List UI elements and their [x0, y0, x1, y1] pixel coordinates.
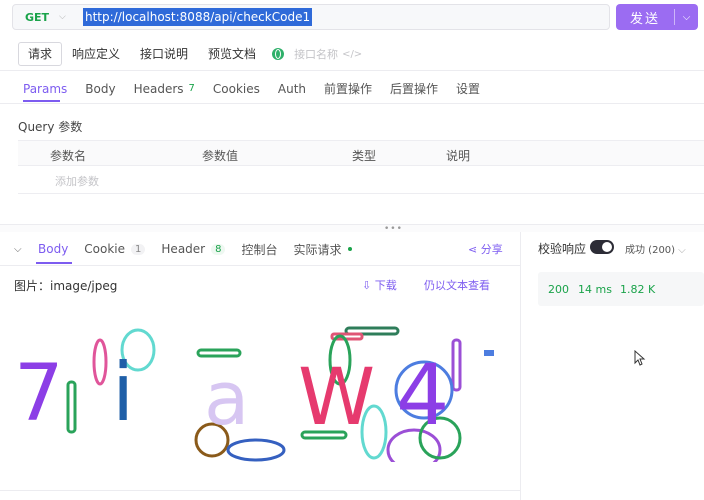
- divider: [0, 265, 520, 266]
- download-button[interactable]: ⇩ 下载: [362, 277, 397, 293]
- params-table-header: 参数名 参数值 类型 说明: [18, 140, 704, 166]
- divider: [0, 490, 520, 491]
- add-param-row[interactable]: 添加参数: [18, 166, 704, 194]
- captcha-char: 4: [396, 346, 449, 444]
- tab-label: Headers: [133, 82, 184, 96]
- noise-shape: [66, 380, 77, 434]
- tab-label: 实际请求: [293, 242, 342, 257]
- query-params-title: Query 参数: [18, 120, 83, 134]
- tab-response-definition[interactable]: 响应定义: [62, 42, 130, 66]
- column-header: 参数名: [50, 149, 87, 163]
- noise-shape: [226, 438, 286, 462]
- tab-label: 控制台: [241, 242, 278, 257]
- captcha-char: W: [298, 353, 375, 443]
- api-name-input[interactable]: 接口名称: [294, 46, 338, 62]
- globe-icon[interactable]: [272, 48, 285, 60]
- captcha-image: 7 i a W 4: [14, 326, 494, 462]
- status-code: 200: [548, 283, 569, 296]
- chevron-down-icon: ⌵: [678, 245, 686, 256]
- tab-label: Cookie: [84, 242, 126, 256]
- download-label: 下载: [374, 279, 397, 292]
- tab-api-description[interactable]: 接口说明: [130, 42, 198, 66]
- active-tab-indicator: [23, 100, 60, 102]
- tab-preview-docs[interactable]: 预览文档: [198, 42, 266, 66]
- divider: [0, 70, 704, 71]
- mouse-cursor-icon: [634, 350, 646, 366]
- share-label: 分享: [480, 243, 503, 256]
- method-label: GET: [25, 10, 50, 24]
- share-button[interactable]: ⋖ 分享: [468, 241, 503, 257]
- tab-body[interactable]: Body: [76, 78, 124, 100]
- method-select[interactable]: GET ⌵: [13, 5, 73, 29]
- noise-shape: [92, 338, 108, 386]
- view-as-text-button[interactable]: 仍以文本查看: [424, 277, 490, 293]
- response-stats: 200 14 ms 1.82 K: [538, 272, 704, 306]
- request-tabs: Params Body Headers 7 Cookies Auth 前置操作 后…: [14, 78, 489, 100]
- active-tab-indicator: [36, 262, 72, 264]
- noise-shape: [451, 338, 462, 392]
- download-icon: ⇩: [362, 279, 375, 292]
- tab-request[interactable]: 请求: [18, 42, 63, 66]
- chevron-down-icon: ⌵: [59, 12, 66, 22]
- headers-count: 7: [188, 83, 195, 94]
- tab-cookies[interactable]: Cookies: [204, 78, 269, 100]
- divider: [0, 103, 704, 104]
- captcha-char: i: [112, 346, 134, 439]
- tab-label: Body: [38, 242, 69, 256]
- tab-params[interactable]: Params: [14, 78, 76, 100]
- mode-tabs: 请求 响应定义 接口说明 预览文档 接口名称 </>: [18, 42, 362, 66]
- response-time: 14 ms: [578, 283, 612, 296]
- captcha-char: a: [204, 356, 249, 442]
- tab-label: 前置操作: [324, 82, 373, 96]
- tab-actual-request[interactable]: 实际请求: [286, 238, 360, 260]
- url-bar[interactable]: GET ⌵ http://localhost:8088/api/checkCod…: [12, 4, 610, 30]
- column-header: 参数值: [202, 149, 239, 163]
- tab-label: Cookies: [212, 82, 260, 96]
- column-header: 类型: [352, 149, 377, 163]
- header-count: 8: [211, 243, 226, 255]
- tab-label: Auth: [277, 82, 307, 96]
- chevron-down-icon[interactable]: ⌵: [675, 12, 698, 23]
- noise-shape: [484, 350, 494, 356]
- response-size: 1.82 K: [620, 283, 656, 296]
- column-header: 说明: [446, 149, 471, 163]
- tab-pre-ops[interactable]: 前置操作: [315, 78, 381, 100]
- verify-toggle[interactable]: [590, 240, 614, 254]
- tab-label: 后置操作: [390, 82, 439, 96]
- verify-response-label: 校验响应: [538, 242, 587, 256]
- captcha-char: 7: [14, 349, 64, 439]
- tab-label: Header: [161, 242, 206, 256]
- send-label: 发送: [629, 11, 660, 27]
- send-button[interactable]: 发送 ⌵: [616, 4, 698, 30]
- chevron-down-icon[interactable]: ⌵: [14, 244, 30, 255]
- tab-response-cookie[interactable]: Cookie 1: [76, 238, 153, 260]
- code-icon[interactable]: </>: [342, 49, 362, 60]
- tab-response-header[interactable]: Header 8: [153, 238, 233, 260]
- status-select-label: 成功 (200): [625, 245, 676, 256]
- tab-settings[interactable]: 设置: [447, 78, 489, 100]
- status-dot: [347, 247, 352, 251]
- tab-console[interactable]: 控制台: [233, 238, 285, 260]
- tab-label: Params: [23, 82, 68, 96]
- drag-handle-icon[interactable]: •••: [384, 224, 403, 234]
- add-param-input[interactable]: 添加参数: [55, 173, 99, 189]
- url-input[interactable]: http://localhost:8088/api/checkCode1: [83, 8, 313, 26]
- status-select[interactable]: 成功 (200) ⌵: [625, 241, 686, 256]
- response-tabs: ⌵ Body Cookie 1 Header 8 控制台 实际请求: [14, 238, 360, 260]
- tab-auth[interactable]: Auth: [269, 78, 315, 100]
- image-type-label: 图片：image/jpeg: [14, 279, 118, 293]
- tab-label: 设置: [456, 82, 481, 96]
- tab-post-ops[interactable]: 后置操作: [381, 78, 447, 100]
- tab-response-body[interactable]: Body: [30, 238, 76, 260]
- tab-label: Body: [85, 82, 116, 96]
- panel-splitter[interactable]: [0, 224, 704, 232]
- cookie-count: 1: [131, 243, 146, 255]
- tab-headers[interactable]: Headers 7: [125, 78, 204, 100]
- share-icon: ⋖: [468, 243, 481, 256]
